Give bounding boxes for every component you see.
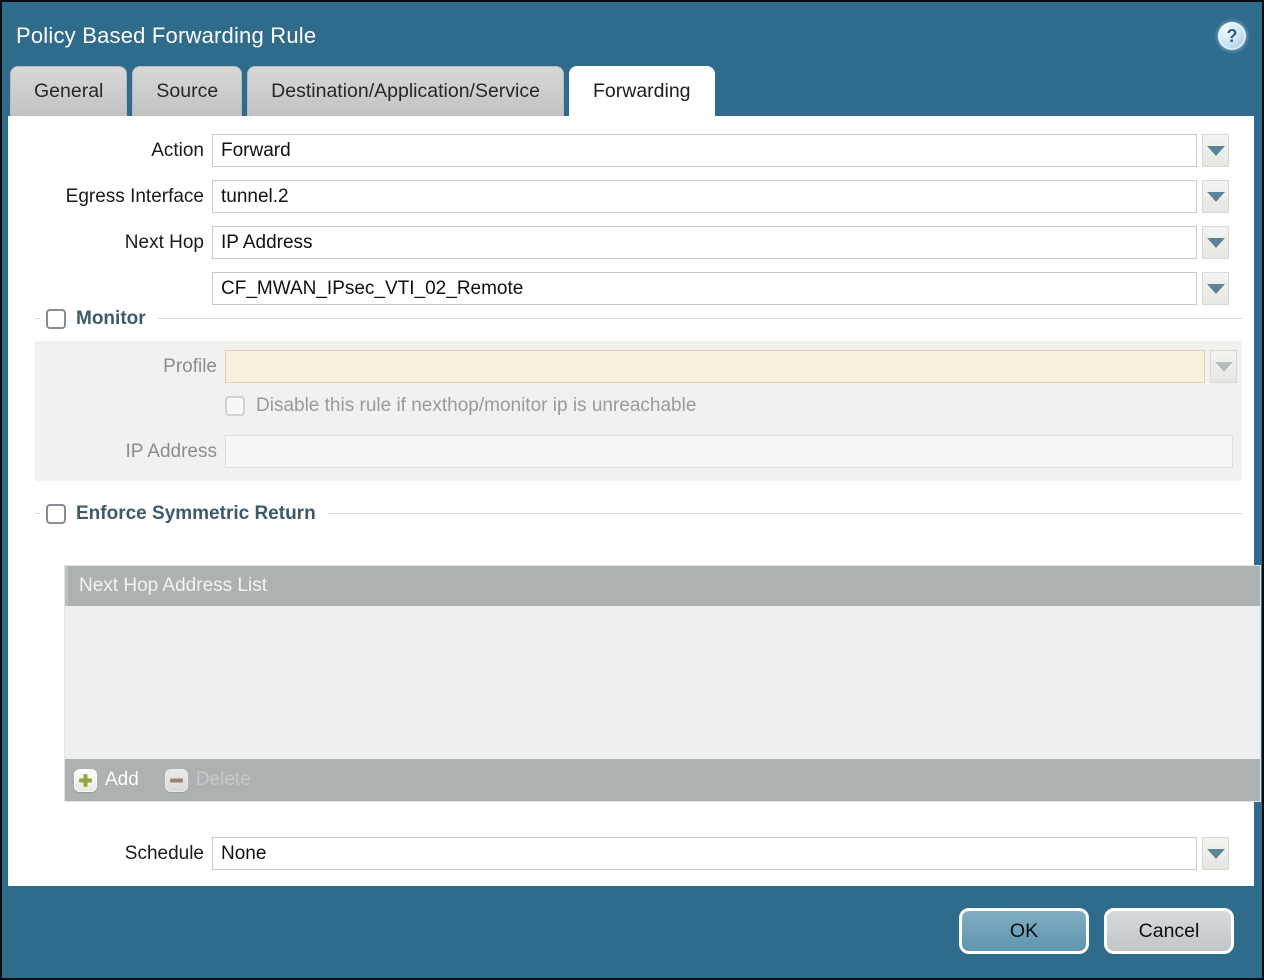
help-icon[interactable]: ?	[1218, 22, 1246, 50]
schedule-label: Schedule	[8, 843, 212, 865]
chevron-down-icon	[1215, 362, 1233, 372]
monitor-checkbox[interactable]	[46, 309, 66, 329]
chevron-down-icon	[1207, 238, 1225, 248]
enforce-symmetric-return-group: Enforce Symmetric Return Next Hop Addres…	[35, 513, 1242, 801]
monitor-ip-address-row: IP Address	[35, 435, 1242, 468]
add-button[interactable]: Add	[74, 769, 139, 792]
tab-forwarding[interactable]: Forwarding	[569, 66, 715, 116]
add-button-label: Add	[105, 769, 139, 791]
next-hop-type-input[interactable]	[212, 226, 1197, 259]
enforce-symmetric-return-checkbox[interactable]	[46, 504, 66, 524]
enforce-symmetric-return-title: Enforce Symmetric Return	[76, 503, 316, 525]
profile-input	[225, 350, 1205, 383]
profile-row: Profile	[35, 350, 1242, 383]
egress-interface-row: Egress Interface	[8, 180, 1254, 213]
monitor-group: Monitor Profile Disable this rule if nex…	[35, 318, 1242, 481]
disable-rule-checkbox-row: Disable this rule if nexthop/monitor ip …	[225, 393, 1242, 419]
tab-general[interactable]: General	[10, 66, 127, 116]
next-hop-label: Next Hop	[8, 232, 212, 254]
chevron-down-icon	[1207, 284, 1225, 294]
action-label: Action	[8, 140, 212, 162]
enforce-symmetric-return-legend: Enforce Symmetric Return	[40, 500, 328, 528]
delete-button: Delete	[165, 769, 251, 792]
egress-interface-label: Egress Interface	[8, 186, 212, 208]
cancel-button[interactable]: Cancel	[1104, 908, 1234, 954]
plus-icon	[74, 769, 97, 792]
next-hop-address-list-body[interactable]	[65, 606, 1260, 759]
profile-label: Profile	[35, 356, 225, 378]
monitor-ip-address-input	[225, 435, 1233, 468]
dialog-titlebar: Policy Based Forwarding Rule ?	[2, 2, 1262, 64]
tab-destination-application-service[interactable]: Destination/Application/Service	[247, 66, 564, 116]
pbf-rule-dialog: Policy Based Forwarding Rule ? General S…	[0, 0, 1264, 980]
delete-button-label: Delete	[196, 769, 251, 791]
chevron-down-icon	[1207, 192, 1225, 202]
tab-bar: General Source Destination/Application/S…	[2, 64, 1262, 116]
schedule-row: Schedule	[8, 837, 1254, 870]
egress-interface-dropdown-button[interactable]	[1202, 180, 1229, 213]
disable-rule-checkbox	[225, 396, 245, 416]
schedule-input[interactable]	[212, 837, 1197, 870]
next-hop-type-dropdown-button[interactable]	[1202, 226, 1229, 259]
next-hop-address-dropdown-button[interactable]	[1202, 272, 1229, 305]
dialog-title: Policy Based Forwarding Rule	[16, 23, 316, 49]
chevron-down-icon	[1207, 146, 1225, 156]
next-hop-address-row	[8, 272, 1254, 305]
action-input[interactable]	[212, 134, 1197, 167]
action-dropdown-button[interactable]	[1202, 134, 1229, 167]
monitor-ip-address-label: IP Address	[35, 441, 225, 463]
tab-source[interactable]: Source	[132, 66, 242, 116]
monitor-group-title: Monitor	[76, 308, 146, 330]
next-hop-address-list-header: Next Hop Address List	[65, 566, 1260, 606]
ok-button[interactable]: OK	[959, 908, 1089, 954]
monitor-legend: Monitor	[40, 305, 158, 333]
disable-rule-checkbox-label: Disable this rule if nexthop/monitor ip …	[256, 395, 696, 417]
egress-interface-input[interactable]	[212, 180, 1197, 213]
forwarding-tab-panel: Action Egress Interface Next Hop	[8, 116, 1254, 886]
dialog-footer: OK Cancel	[2, 886, 1262, 978]
next-hop-address-list-toolbar: Add Delete	[65, 759, 1260, 801]
minus-icon	[165, 769, 188, 792]
schedule-dropdown-button[interactable]	[1202, 837, 1229, 870]
monitor-panel: Profile Disable this rule if nexthop/mon…	[35, 341, 1242, 481]
next-hop-row: Next Hop	[8, 226, 1254, 259]
next-hop-address-list-table: Next Hop Address List Add	[65, 566, 1260, 801]
action-row: Action	[8, 134, 1254, 167]
next-hop-address-input[interactable]	[212, 272, 1197, 305]
chevron-down-icon	[1207, 849, 1225, 859]
profile-dropdown-button	[1210, 350, 1237, 383]
